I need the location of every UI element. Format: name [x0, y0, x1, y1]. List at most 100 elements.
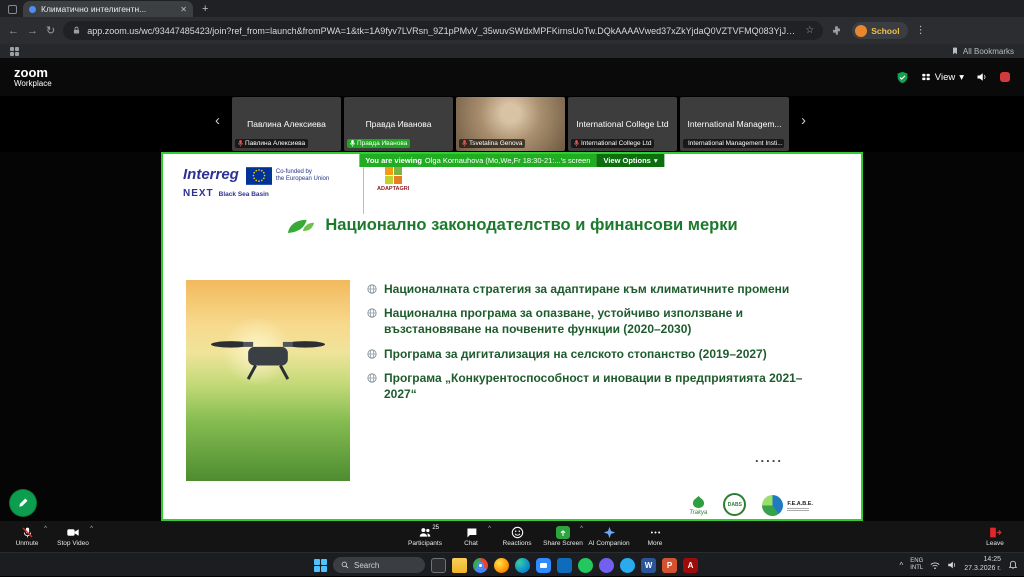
chat-caret-icon[interactable]: ^ [488, 526, 491, 532]
taskbar-search[interactable]: Search [333, 557, 425, 573]
outlook-icon[interactable] [557, 558, 572, 573]
stop-video-button[interactable]: ^ Stop Video [50, 526, 96, 547]
view-grid-icon [921, 72, 931, 82]
speaker-icon[interactable] [976, 71, 988, 83]
participant-tile[interactable]: Павлина Алексиева Павлина Алексиева [232, 97, 341, 151]
mic-caret-icon[interactable]: ^ [44, 526, 47, 532]
slide-title-row: Национално законодателство и финансови м… [163, 216, 861, 235]
browser-menu-icon[interactable]: ⋮ [916, 25, 926, 36]
viewing-prefix: You are viewing [365, 156, 422, 165]
leave-button[interactable]: Leave [972, 526, 1018, 547]
zoom-workplace-text: Workplace [14, 79, 52, 88]
list-item: Програма „Конкурентоспособност и иноваци… [367, 370, 835, 402]
strip-prev-icon[interactable]: ‹ [215, 113, 220, 128]
eu-cofunded-line1: Co-funded by [276, 169, 312, 175]
participant-name: Павлина Алексиева [243, 119, 330, 129]
logo-divider [363, 166, 364, 214]
security-shield-icon[interactable] [896, 71, 909, 84]
word-icon[interactable]: W [641, 558, 656, 573]
recording-indicator-icon[interactable] [1000, 72, 1010, 82]
search-icon [341, 561, 349, 569]
bookmark-star-icon[interactable]: ☆ [805, 25, 814, 36]
unmute-button[interactable]: ^ Unmute [4, 526, 50, 547]
participant-tile[interactable]: International Managem... International M… [680, 97, 789, 151]
participant-tile[interactable]: Правда Иванова Правда Иванова [344, 97, 453, 151]
bookmarks-bar: All Bookmarks [0, 44, 1024, 58]
wifi-icon[interactable] [930, 561, 940, 570]
profile-chip[interactable]: School [852, 22, 907, 39]
profile-name: School [871, 26, 899, 36]
list-item: Национална програма за опазване, устойчи… [367, 305, 835, 337]
adaptagri-label: ADAPTAGRI [377, 186, 409, 192]
share-caret-icon[interactable]: ^ [580, 526, 583, 532]
adaptagri-logo: ADAPTAGRI [377, 167, 409, 192]
start-button[interactable] [314, 559, 327, 572]
taskbar-clock[interactable]: 14:2527.3.2026 г. [964, 556, 1001, 574]
share-screen-button[interactable]: ^ Share Screen [540, 526, 586, 547]
video-caret-icon[interactable]: ^ [90, 526, 93, 532]
extensions-puzzle-icon[interactable] [831, 25, 842, 36]
reload-icon[interactable]: ↻ [46, 24, 55, 37]
more-dots-icon [649, 526, 662, 539]
muted-mic-icon [350, 140, 355, 147]
reactions-button[interactable]: Reactions [494, 526, 540, 547]
apps-grid-icon[interactable] [10, 47, 19, 56]
trakya-tree-icon [691, 496, 706, 509]
chat-button[interactable]: ^ Chat [448, 526, 494, 547]
zoom-brand: zoom Workplace [14, 66, 52, 88]
browser-tab[interactable]: Климатично интелигентн... ✕ [23, 1, 193, 17]
ai-companion-button[interactable]: AI Companion [586, 526, 632, 547]
powerpoint-icon[interactable]: P [662, 558, 677, 573]
telegram-icon[interactable] [620, 558, 635, 573]
participant-badge: International Management Insti... [683, 139, 784, 148]
participant-name: International College Ltd [572, 119, 672, 129]
task-view-icon[interactable] [431, 558, 446, 573]
tray-expand-icon[interactable]: ^ [899, 561, 903, 570]
acrobat-icon[interactable]: A [683, 558, 698, 573]
view-label: View [935, 72, 955, 83]
chat-icon [465, 526, 478, 539]
notification-bell-icon[interactable] [1008, 560, 1018, 570]
search-placeholder: Search [354, 561, 379, 570]
participants-button[interactable]: 25 Participants [402, 526, 448, 547]
zoom-app-icon[interactable] [536, 558, 551, 573]
all-bookmarks-label: All Bookmarks [963, 47, 1014, 56]
partner-logos: Trakya DABS F.E.A.B.E. [689, 493, 813, 516]
participant-badge: International College Ltd [571, 139, 654, 148]
feabe-circle-icon [762, 495, 783, 516]
volume-icon[interactable] [947, 560, 957, 570]
slide-title: Национално законодателство и финансови м… [325, 216, 737, 235]
drone-icon [206, 332, 330, 394]
leaf-icon [286, 216, 316, 235]
participant-badge: Правда Иванова [347, 139, 410, 148]
forward-icon[interactable]: → [27, 25, 38, 37]
file-explorer-icon[interactable] [452, 558, 467, 573]
globe-bullet-icon [367, 284, 377, 294]
whatsapp-icon[interactable] [578, 558, 593, 573]
viber-icon[interactable] [599, 558, 614, 573]
browser-tab-strip: Климатично интелигентн... ✕ + [0, 0, 1024, 17]
site-info-icon[interactable] [72, 26, 81, 35]
strip-next-icon[interactable]: › [801, 113, 806, 128]
tab-close-icon[interactable]: ✕ [180, 5, 187, 14]
all-bookmarks-button[interactable]: All Bookmarks [951, 47, 1014, 56]
new-tab-button[interactable]: + [202, 3, 208, 15]
url-field[interactable]: app.zoom.us/wc/93447485423/join?ref_from… [63, 21, 823, 40]
tab-search-icon[interactable] [8, 5, 17, 14]
view-button[interactable]: View ▾ [921, 72, 964, 83]
participant-tile[interactable]: Tsvetalina Genova [456, 97, 565, 151]
browser-address-bar: ← → ↻ app.zoom.us/wc/93447485423/join?re… [0, 17, 1024, 44]
annotate-pen-button[interactable] [10, 490, 36, 516]
chrome-icon[interactable] [473, 558, 488, 573]
muted-mic-icon [574, 140, 579, 147]
back-icon[interactable]: ← [8, 25, 19, 37]
edge-icon[interactable] [515, 558, 530, 573]
more-button[interactable]: More [632, 526, 678, 547]
view-options-button[interactable]: View Options ▾ [596, 154, 664, 167]
firefox-icon[interactable] [494, 558, 509, 573]
windows-taskbar: Search W P A ^ ENGINTL 14:2527.3.2026 г. [0, 552, 1024, 576]
continuation-dots: ..... [755, 450, 783, 465]
drone-field-image [186, 280, 350, 481]
participant-tile[interactable]: International College Ltd International … [568, 97, 677, 151]
language-indicator[interactable]: ENGINTL [910, 558, 923, 572]
